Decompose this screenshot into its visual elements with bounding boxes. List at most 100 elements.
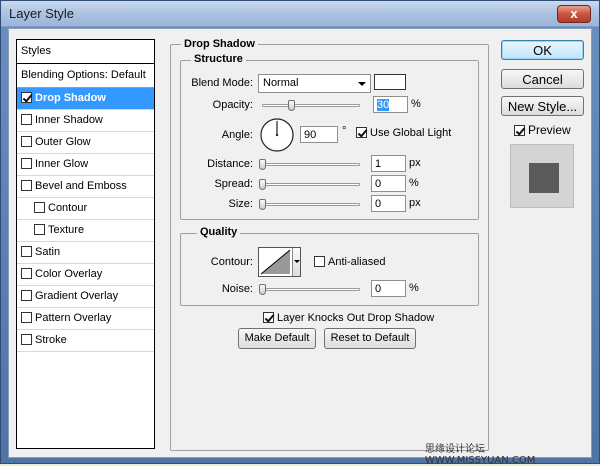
style-item-satin[interactable]: Satin — [17, 242, 154, 264]
checkbox-icon[interactable] — [21, 158, 32, 169]
angle-unit: ° — [342, 125, 347, 137]
opacity-input[interactable]: 30 — [373, 96, 408, 113]
size-value: 0 — [375, 198, 382, 210]
use-global-light-checkbox[interactable]: Use Global Light — [356, 127, 451, 139]
size-label: Size: — [228, 198, 253, 210]
blending-options-item[interactable]: Blending Options: Default — [17, 64, 154, 88]
checkbox-icon[interactable] — [21, 246, 32, 257]
opacity-slider-thumb[interactable] — [288, 100, 296, 111]
blend-mode-value: Normal — [263, 77, 299, 89]
noise-input[interactable]: 0 — [371, 280, 406, 297]
distance-input[interactable]: 1 — [371, 155, 406, 172]
noise-slider-thumb[interactable] — [259, 284, 266, 295]
style-item-label: Inner Glow — [35, 158, 89, 170]
distance-unit: px — [409, 157, 421, 169]
ok-button[interactable]: OK — [501, 40, 584, 60]
style-item-bevel-and-emboss[interactable]: Bevel and Emboss — [17, 176, 154, 198]
title-bar[interactable]: Layer Style x — [1, 1, 599, 27]
spread-input[interactable]: 0 — [371, 175, 406, 192]
opacity-slider-track[interactable] — [262, 104, 360, 107]
window-title: Layer Style — [9, 6, 75, 21]
distance-slider-thumb[interactable] — [259, 159, 266, 170]
checkbox-icon[interactable] — [21, 114, 32, 125]
make-default-button[interactable]: Make Default — [238, 328, 316, 349]
styles-header[interactable]: Styles — [17, 40, 154, 64]
opacity-value: 30 — [377, 99, 390, 111]
checkbox-icon[interactable] — [21, 92, 32, 103]
cancel-button[interactable]: Cancel — [501, 69, 584, 89]
shadow-color-swatch[interactable] — [374, 74, 406, 90]
distance-value: 1 — [375, 158, 382, 170]
new-style-button[interactable]: New Style... — [501, 96, 584, 116]
style-item-outer-glow[interactable]: Outer Glow — [17, 132, 154, 154]
style-item-inner-shadow[interactable]: Inner Shadow — [17, 110, 154, 132]
angle-input[interactable]: 90 — [300, 126, 338, 143]
angle-value: 90 — [304, 129, 317, 141]
style-item-color-overlay[interactable]: Color Overlay — [17, 264, 154, 286]
noise-slider-track[interactable] — [262, 288, 360, 291]
preview-swatch — [529, 163, 559, 193]
opacity-unit: % — [411, 98, 421, 110]
style-item-drop-shadow[interactable]: Drop Shadow — [17, 88, 154, 110]
anti-aliased-check-icon[interactable] — [314, 256, 325, 267]
checkbox-icon[interactable] — [21, 136, 32, 147]
style-item-contour[interactable]: Contour — [17, 198, 154, 220]
angle-dial-icon[interactable] — [259, 117, 295, 153]
checkbox-icon[interactable] — [21, 180, 32, 191]
style-item-label: Gradient Overlay — [35, 290, 119, 302]
layer-style-dialog: Layer Style x Styles Blending Options: D… — [0, 0, 600, 466]
noise-value: 0 — [375, 283, 382, 295]
styles-list: Styles Blending Options: Default Drop Sh… — [16, 39, 155, 449]
style-item-stroke[interactable]: Stroke — [17, 330, 154, 352]
use-global-light-check-icon[interactable] — [356, 127, 367, 138]
drop-shadow-title: Drop Shadow — [181, 38, 258, 50]
preview-label: Preview — [528, 123, 571, 137]
size-slider-track[interactable] — [262, 203, 360, 206]
contour-dropdown[interactable] — [292, 248, 300, 276]
preview-check-icon[interactable] — [514, 125, 525, 136]
size-unit: px — [409, 197, 421, 209]
checkbox-icon[interactable] — [21, 290, 32, 301]
knocks-out-checkbox[interactable]: Layer Knocks Out Drop Shadow — [263, 312, 434, 324]
spread-value: 0 — [375, 178, 382, 190]
checkbox-icon[interactable] — [21, 312, 32, 323]
style-item-label: Bevel and Emboss — [35, 180, 127, 192]
checkbox-icon[interactable] — [21, 268, 32, 279]
style-item-inner-glow[interactable]: Inner Glow — [17, 154, 154, 176]
chevron-down-icon — [358, 82, 366, 86]
reset-to-default-button[interactable]: Reset to Default — [324, 328, 416, 349]
size-slider-thumb[interactable] — [259, 199, 266, 210]
style-item-label: Satin — [35, 246, 61, 258]
anti-aliased-checkbox[interactable]: Anti-aliased — [314, 256, 385, 268]
style-items: Drop Shadow Inner Shadow Outer Glow Inner G… — [17, 88, 154, 352]
checkbox-icon[interactable] — [21, 334, 32, 345]
style-item-label: Pattern Overlay — [35, 312, 112, 324]
knocks-out-check-icon[interactable] — [263, 312, 274, 323]
style-item-label: Stroke — [35, 334, 67, 346]
spread-label: Spread: — [214, 178, 253, 190]
style-item-texture[interactable]: Texture — [17, 220, 154, 242]
distance-slider-track[interactable] — [262, 163, 360, 166]
contour-picker[interactable] — [258, 247, 301, 277]
style-item-gradient-overlay[interactable]: Gradient Overlay — [17, 286, 154, 308]
spread-slider-thumb[interactable] — [259, 179, 266, 190]
checkbox-icon[interactable] — [34, 224, 45, 235]
style-item-pattern-overlay[interactable]: Pattern Overlay — [17, 308, 154, 330]
anti-aliased-label: Anti-aliased — [328, 256, 386, 268]
size-input[interactable]: 0 — [371, 195, 406, 212]
style-item-label: Drop Shadow — [35, 92, 106, 104]
preview-checkbox[interactable]: Preview — [514, 123, 571, 137]
style-item-label: Color Overlay — [35, 268, 103, 280]
chevron-down-icon — [294, 260, 300, 263]
noise-label: Noise: — [221, 283, 253, 295]
quality-group — [180, 233, 479, 306]
watermark: 思缘设计论坛 WWW.MISSYUAN.COM — [425, 444, 536, 466]
blend-mode-select[interactable]: Normal — [258, 74, 371, 93]
close-button[interactable]: x — [557, 5, 591, 23]
angle-label: Angle: — [221, 129, 253, 141]
style-item-label: Contour — [48, 202, 88, 214]
checkbox-icon[interactable] — [34, 202, 45, 213]
spread-slider-track[interactable] — [262, 183, 360, 186]
quality-title: Quality — [197, 226, 241, 238]
opacity-label: Opacity: — [212, 99, 253, 111]
